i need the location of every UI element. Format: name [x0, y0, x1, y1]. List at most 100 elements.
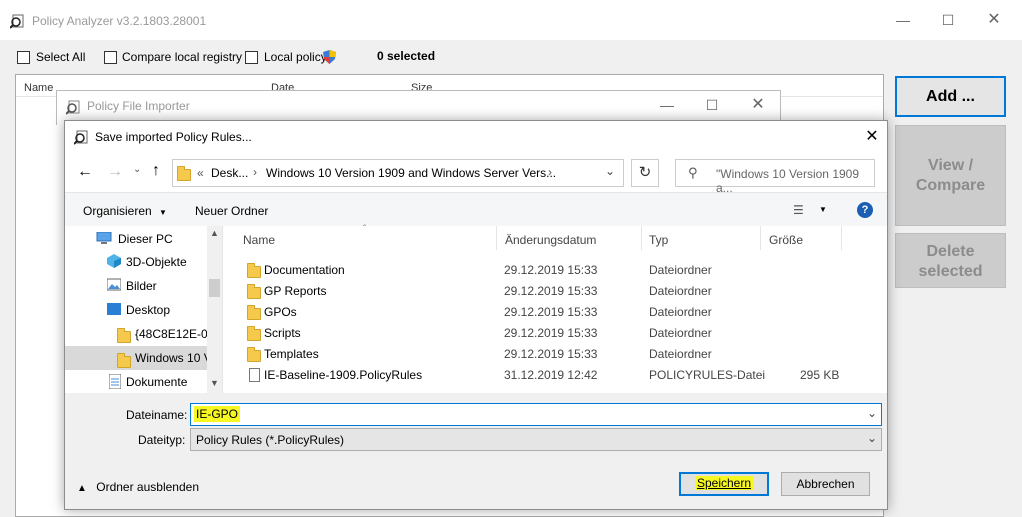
folder-icon — [247, 284, 261, 299]
computer-icon — [96, 232, 112, 244]
file-row[interactable]: Templates 29.12.2019 15:33 Dateiordner — [223, 344, 863, 364]
file-type: POLICYRULES-Datei — [649, 368, 766, 382]
add-button-label: Add ... — [926, 88, 975, 105]
tree-pictures[interactable]: Bilder — [126, 279, 157, 293]
add-button[interactable]: Add ... — [895, 76, 1006, 117]
file-name: Templates — [264, 347, 319, 361]
minimize-icon[interactable]: — — [893, 10, 913, 30]
filename-label: Dateiname: — [126, 408, 188, 422]
tree-guid-folder[interactable]: {48C8E12E-06 — [135, 327, 207, 341]
filename-dropdown-icon[interactable]: ⌄ — [867, 406, 877, 420]
organize-label: Organisieren — [83, 204, 152, 218]
crumb-folder[interactable]: Windows 10 Version 1909 and Windows Serv… — [266, 166, 556, 180]
tree-desktop[interactable]: Desktop — [126, 303, 170, 317]
file-type: Dateiordner — [649, 305, 712, 319]
policy-analyzer-app-icon — [10, 14, 24, 29]
col-header-name[interactable]: Name — [243, 233, 275, 247]
filetype-select[interactable]: Policy Rules (*.PolicyRules) ⌄ — [190, 428, 882, 451]
documents-icon — [109, 374, 121, 389]
crumb-chevron-icon: › — [548, 165, 552, 179]
dialog-close-icon[interactable]: ✕ — [862, 127, 882, 147]
nav-tree[interactable]: Dieser PC 3D-Objekte Bilder Desktop {48C… — [65, 226, 222, 393]
up-arrow-icon[interactable]: ↑ — [152, 162, 160, 180]
file-row[interactable]: GPOs 29.12.2019 15:33 Dateiordner — [223, 302, 863, 322]
col-divider — [841, 226, 842, 250]
file-name: Documentation — [264, 263, 345, 277]
view-compare-button[interactable]: View / Compare — [895, 125, 1006, 226]
file-row[interactable]: Documentation 29.12.2019 15:33 Dateiordn… — [223, 260, 863, 280]
dialog-app-icon — [74, 130, 88, 145]
tree-3d-objects[interactable]: 3D-Objekte — [126, 255, 187, 269]
main-window-title: Policy Analyzer v3.2.1803.28001 — [32, 14, 207, 28]
file-row[interactable]: Scripts 29.12.2019 15:33 Dateiordner — [223, 323, 863, 343]
cancel-button-label: Abbrechen — [796, 477, 855, 491]
cube-3d-icon — [107, 254, 121, 268]
file-row[interactable]: GP Reports 29.12.2019 15:33 Dateiordner — [223, 281, 863, 301]
refresh-icon: ↻ — [638, 164, 652, 181]
importer-minimize-icon[interactable]: — — [657, 95, 677, 115]
file-name: IE-Baseline-1909.PolicyRules — [264, 368, 423, 382]
col-divider — [641, 226, 642, 250]
file-type: Dateiordner — [649, 284, 712, 298]
file-list[interactable]: ˆ Name Änderungsdatum Typ Größe Document… — [222, 224, 887, 393]
filetype-dropdown-icon[interactable]: ⌄ — [867, 431, 877, 445]
scroll-down-icon[interactable]: ▼ — [210, 378, 219, 388]
maximize-icon[interactable]: ☐ — [938, 10, 958, 30]
view-dropdown-icon[interactable]: ▼ — [819, 205, 827, 214]
folder-icon — [247, 263, 261, 278]
col-name[interactable]: Name — [24, 82, 53, 94]
file-name: GP Reports — [264, 284, 327, 298]
file-date: 31.12.2019 12:42 — [504, 368, 598, 382]
col-header-date[interactable]: Änderungsdatum — [505, 233, 596, 247]
address-folder-icon — [177, 166, 191, 181]
main-titlebar: Policy Analyzer v3.2.1803.28001 — ☐ ✕ — [0, 0, 1022, 40]
compare-local-checkbox[interactable] — [104, 51, 117, 64]
tree-scrollbar[interactable]: ▲ ▼ — [207, 226, 222, 393]
folder-icon — [117, 328, 131, 343]
filename-input[interactable]: IE-GPO ⌄ — [190, 403, 882, 426]
importer-close-icon[interactable]: ✕ — [748, 95, 768, 115]
organize-button[interactable]: Organisieren ▼ — [83, 204, 167, 218]
folder-icon — [247, 347, 261, 362]
tree-this-pc[interactable]: Dieser PC — [118, 232, 173, 246]
file-row[interactable]: IE-Baseline-1909.PolicyRules 31.12.2019 … — [223, 365, 863, 385]
search-box[interactable]: ⚲ "Windows 10 Version 1909 a... — [675, 159, 875, 195]
delete-selected-button[interactable]: Delete selected — [895, 233, 1006, 288]
local-policy-checkbox[interactable] — [245, 51, 258, 64]
view-options-icon[interactable]: ☰ — [793, 203, 804, 217]
address-bar[interactable]: « Desk... › Windows 10 Version 1909 and … — [172, 159, 624, 187]
filetype-value: Policy Rules (*.PolicyRules) — [196, 433, 345, 447]
file-date: 29.12.2019 15:33 — [504, 305, 598, 319]
file-date: 29.12.2019 15:33 — [504, 326, 598, 340]
forward-arrow-icon[interactable]: → — [107, 163, 123, 181]
refresh-button[interactable]: ↻ — [631, 159, 659, 187]
address-dropdown-icon[interactable]: ⌄ — [605, 164, 615, 178]
help-icon[interactable]: ? — [857, 202, 873, 218]
crumb-prefix[interactable]: « — [197, 166, 204, 180]
cancel-button[interactable]: Abbrechen — [781, 472, 870, 496]
search-icon: ⚲ — [688, 165, 698, 180]
crumb-desktop[interactable]: Desk... — [211, 166, 248, 180]
chevron-up-icon: ▲ — [77, 483, 87, 494]
save-dialog: Save imported Policy Rules... ✕ ← → ⌄ ↑ … — [64, 120, 888, 510]
save-button[interactable]: Speichern — [679, 472, 769, 496]
importer-maximize-icon[interactable]: ☐ — [702, 95, 722, 115]
scroll-up-icon[interactable]: ▲ — [210, 228, 219, 238]
hide-folders-toggle[interactable]: ▲ Ordner ausblenden — [77, 480, 199, 494]
close-icon[interactable]: ✕ — [984, 10, 1004, 30]
scrollbar-thumb[interactable] — [209, 279, 220, 297]
selected-label: selected — [918, 263, 983, 280]
col-header-type[interactable]: Typ — [649, 233, 668, 247]
recent-chevron-icon[interactable]: ⌄ — [133, 164, 141, 175]
filename-value[interactable]: IE-GPO — [194, 406, 241, 422]
tree-documents[interactable]: Dokumente — [126, 375, 187, 389]
select-all-checkbox[interactable] — [17, 51, 30, 64]
tree-windows10-folder[interactable]: Windows 10 V — [135, 351, 207, 365]
col-header-size[interactable]: Größe — [769, 233, 803, 247]
back-arrow-icon[interactable]: ← — [77, 163, 93, 181]
file-date: 29.12.2019 15:33 — [504, 284, 598, 298]
col-divider — [760, 226, 761, 250]
select-all-label: Select All — [36, 50, 86, 64]
new-folder-button[interactable]: Neuer Ordner — [195, 204, 268, 218]
command-bar: Organisieren ▼ Neuer Ordner ☰ ▼ ? — [65, 192, 887, 226]
